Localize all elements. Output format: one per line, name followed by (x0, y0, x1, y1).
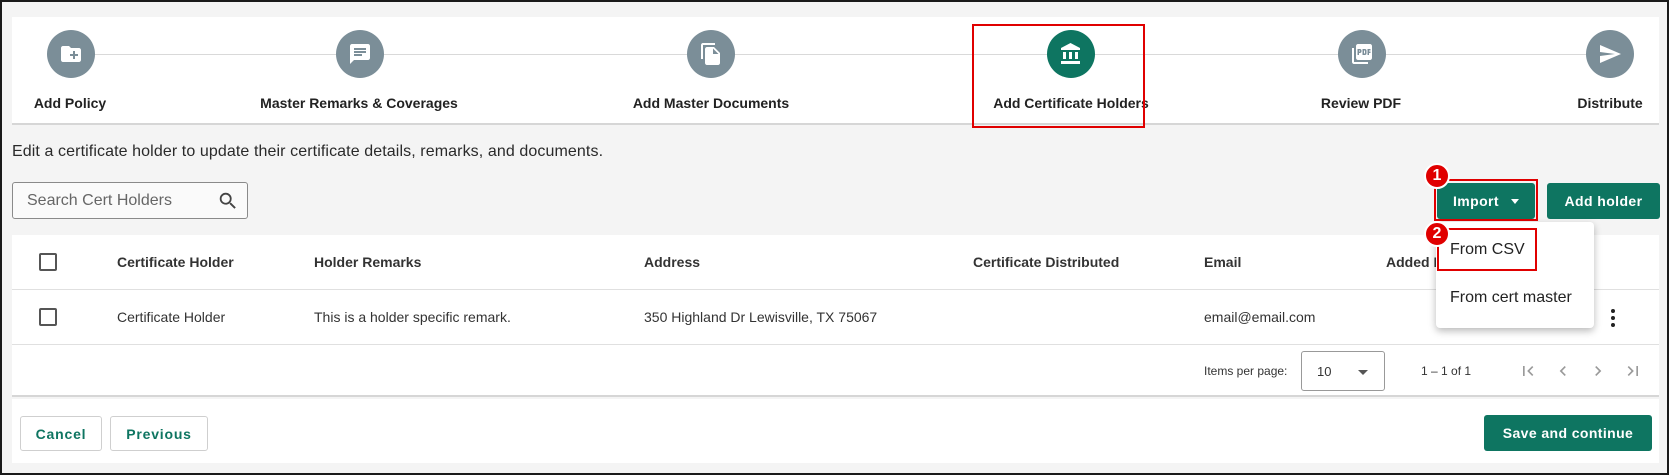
step-badge-1: 1 (1424, 163, 1450, 189)
cell-remarks: This is a holder specific remark. (314, 309, 511, 325)
cert-holders-table: Certificate Holder Holder Remarks Addres… (12, 235, 1659, 397)
cell-address: 350 Highland Dr Lewisville, TX 75067 (644, 309, 878, 325)
previous-page-icon[interactable] (1549, 357, 1577, 385)
last-page-icon[interactable] (1619, 357, 1647, 385)
step-distribute[interactable]: Distribute (1552, 17, 1659, 125)
items-per-page-label: Items per page: (1204, 364, 1288, 378)
select-all-checkbox[interactable] (39, 253, 57, 271)
app-frame: Add Policy Master Remarks & Coverages Ad… (0, 0, 1669, 475)
comment-icon (336, 30, 384, 78)
folder-plus-icon (47, 30, 95, 78)
page-range-label: 1 – 1 of 1 (1421, 364, 1472, 378)
search-field[interactable] (12, 182, 248, 219)
next-page-icon[interactable] (1584, 357, 1612, 385)
pdf-icon (1338, 30, 1386, 78)
column-header[interactable]: Certificate Holder (117, 254, 234, 270)
add-holder-button[interactable]: Add holder (1547, 183, 1660, 219)
column-header[interactable]: Email (1204, 254, 1241, 270)
step-label: Review PDF (1320, 95, 1402, 111)
caret-down-icon (1358, 370, 1368, 375)
menu-item-from-cert-master[interactable]: From cert master (1436, 275, 1594, 321)
row-actions-icon[interactable] (1608, 307, 1618, 329)
table-header: Certificate Holder Holder Remarks Addres… (12, 235, 1659, 290)
column-header[interactable]: Address (644, 254, 700, 270)
step-label: Master Remarks & Coverages (260, 95, 458, 111)
send-icon (1586, 30, 1634, 78)
helper-text: Edit a certificate holder to update thei… (12, 143, 604, 160)
search-input[interactable] (13, 183, 213, 218)
paginator: Items per page: 10 1 – 1 of 1 (12, 345, 1659, 397)
items-per-page-select[interactable]: 10 (1301, 351, 1385, 391)
footer-bar: Cancel Previous Save and continue (12, 399, 1659, 463)
column-header[interactable]: Added F (1386, 254, 1442, 270)
active-step-highlight (972, 24, 1145, 128)
step-master-remarks[interactable]: Master Remarks & Coverages (260, 17, 462, 125)
step-badge-2: 2 (1424, 221, 1450, 247)
step-label: Add Policy (33, 95, 107, 111)
documents-icon (687, 30, 735, 78)
table-row[interactable]: Certificate Holder This is a holder spec… (12, 290, 1659, 345)
progress-stepper: Add Policy Master Remarks & Coverages Ad… (12, 17, 1659, 125)
row-checkbox[interactable] (39, 308, 57, 326)
step-review-pdf[interactable]: Review PDF (1292, 17, 1442, 125)
cell-email: email@email.com (1204, 309, 1316, 325)
step-label: Distribute (1577, 95, 1643, 111)
cancel-button[interactable]: Cancel (20, 416, 102, 451)
first-page-icon[interactable] (1514, 357, 1542, 385)
items-per-page-value: 10 (1317, 364, 1332, 379)
import-highlight (1434, 179, 1538, 221)
previous-button[interactable]: Previous (110, 416, 208, 451)
step-label: Add Master Documents (632, 95, 790, 111)
step-master-documents[interactable]: Add Master Documents (612, 17, 812, 125)
column-header[interactable]: Holder Remarks (314, 254, 421, 270)
save-and-continue-button[interactable]: Save and continue (1484, 415, 1652, 451)
cell-holder: Certificate Holder (117, 309, 226, 325)
step-add-policy[interactable]: Add Policy (12, 17, 132, 125)
from-csv-highlight (1437, 228, 1537, 271)
search-icon[interactable] (217, 190, 239, 212)
column-header[interactable]: Certificate Distributed (973, 254, 1119, 270)
